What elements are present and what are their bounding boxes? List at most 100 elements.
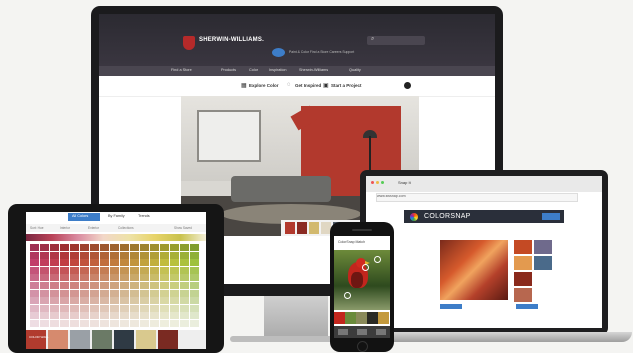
- search-icon[interactable]: ⌕: [371, 36, 374, 43]
- color-chip[interactable]: [150, 266, 159, 274]
- color-chip[interactable]: [120, 289, 129, 297]
- color-chip[interactable]: [80, 289, 89, 297]
- color-chip[interactable]: [90, 251, 99, 259]
- color-chip[interactable]: [140, 320, 149, 327]
- color-chip[interactable]: [80, 304, 89, 312]
- palette-swatch[interactable]: [70, 330, 90, 349]
- color-chip[interactable]: [30, 259, 39, 267]
- color-chip[interactable]: [130, 259, 139, 267]
- color-chip[interactable]: [180, 320, 189, 327]
- color-chip[interactable]: [190, 274, 199, 282]
- color-chip[interactable]: [60, 259, 69, 267]
- color-chip[interactable]: [80, 244, 89, 251]
- color-chip[interactable]: [70, 251, 79, 259]
- sub-nav-item[interactable]: Sherwin-Williams: [299, 68, 328, 72]
- sub-nav-item[interactable]: Quality: [349, 68, 361, 72]
- color-chip[interactable]: [90, 304, 99, 312]
- color-chip[interactable]: [180, 304, 189, 312]
- color-chip[interactable]: [130, 244, 139, 251]
- save-button[interactable]: [376, 329, 386, 335]
- color-chip[interactable]: [80, 274, 89, 282]
- color-chip[interactable]: [70, 266, 79, 274]
- palette-swatch[interactable]: [48, 330, 68, 349]
- color-chip[interactable]: [60, 297, 69, 305]
- color-chip[interactable]: [70, 259, 79, 267]
- color-chip[interactable]: [100, 282, 109, 289]
- palette-swatch[interactable]: [26, 330, 46, 349]
- color-chip[interactable]: [140, 312, 149, 320]
- color-chip[interactable]: [130, 312, 139, 320]
- color-chip[interactable]: [30, 244, 39, 251]
- color-chip[interactable]: [180, 251, 189, 259]
- color-chip[interactable]: [170, 274, 179, 282]
- color-chip[interactable]: [130, 282, 139, 289]
- color-chip[interactable]: [100, 251, 109, 259]
- color-chip[interactable]: [140, 259, 149, 267]
- match-swatch[interactable]: [334, 312, 345, 324]
- color-chip[interactable]: [100, 259, 109, 267]
- color-chip[interactable]: [110, 274, 119, 282]
- color-chip[interactable]: [40, 259, 49, 267]
- color-chip[interactable]: [190, 297, 199, 305]
- color-chip[interactable]: [100, 289, 109, 297]
- color-chip[interactable]: [60, 251, 69, 259]
- color-pin-icon[interactable]: [374, 256, 381, 263]
- color-chip[interactable]: [190, 259, 199, 267]
- match-swatch[interactable]: [367, 312, 378, 324]
- color-chip[interactable]: [190, 312, 199, 320]
- color-chip[interactable]: [110, 259, 119, 267]
- color-chip[interactable]: [140, 251, 149, 259]
- color-chip[interactable]: [140, 274, 149, 282]
- color-chip[interactable]: [120, 312, 129, 320]
- color-chip[interactable]: [130, 251, 139, 259]
- color-chip[interactable]: [150, 320, 159, 327]
- color-chip[interactable]: [160, 259, 169, 267]
- swatch[interactable]: [285, 222, 295, 234]
- color-chip[interactable]: [50, 312, 59, 320]
- badge-icon[interactable]: [272, 48, 285, 57]
- help-icon[interactable]: [404, 82, 411, 89]
- color-chip[interactable]: [110, 304, 119, 312]
- sub-nav-item[interactable]: Find a Store: [171, 68, 192, 72]
- color-chip[interactable]: [50, 251, 59, 259]
- filter-item[interactable]: Sort: Hue: [30, 226, 43, 230]
- color-chip[interactable]: [70, 289, 79, 297]
- color-chip[interactable]: [50, 289, 59, 297]
- color-chip[interactable]: [130, 289, 139, 297]
- color-chip[interactable]: [90, 289, 99, 297]
- camera-button[interactable]: [338, 329, 348, 335]
- color-chip[interactable]: [50, 297, 59, 305]
- match-swatch[interactable]: [378, 312, 389, 324]
- start-project-link[interactable]: Start a Project: [331, 83, 362, 88]
- color-chip[interactable]: [130, 266, 139, 274]
- color-chip[interactable]: [110, 297, 119, 305]
- color-chip[interactable]: [190, 251, 199, 259]
- color-chip[interactable]: [140, 304, 149, 312]
- color-chip[interactable]: [80, 282, 89, 289]
- color-chip[interactable]: [170, 297, 179, 305]
- tab-all-colors[interactable]: All Colors: [72, 214, 88, 221]
- color-chip[interactable]: [160, 320, 169, 327]
- color-chip[interactable]: [120, 266, 129, 274]
- color-chip[interactable]: [100, 266, 109, 274]
- color-chip[interactable]: [120, 304, 129, 312]
- color-chip[interactable]: [170, 312, 179, 320]
- color-chip[interactable]: [150, 282, 159, 289]
- match-swatch[interactable]: [345, 312, 356, 324]
- phone-home-button[interactable]: [357, 341, 368, 352]
- color-chip[interactable]: [170, 266, 179, 274]
- sub-nav-item[interactable]: Inspiration: [269, 68, 287, 72]
- color-chip[interactable]: [70, 320, 79, 327]
- filter-item[interactable]: Exterior: [88, 226, 99, 230]
- color-chip[interactable]: [160, 274, 169, 282]
- color-chip[interactable]: [30, 312, 39, 320]
- color-chip[interactable]: [160, 304, 169, 312]
- color-chip[interactable]: [120, 282, 129, 289]
- color-chip[interactable]: [170, 244, 179, 251]
- color-chip[interactable]: [50, 244, 59, 251]
- color-chip[interactable]: [150, 289, 159, 297]
- color-chip[interactable]: [180, 274, 189, 282]
- gallery-button[interactable]: [357, 329, 367, 335]
- color-chip[interactable]: [60, 244, 69, 251]
- color-chip[interactable]: [180, 282, 189, 289]
